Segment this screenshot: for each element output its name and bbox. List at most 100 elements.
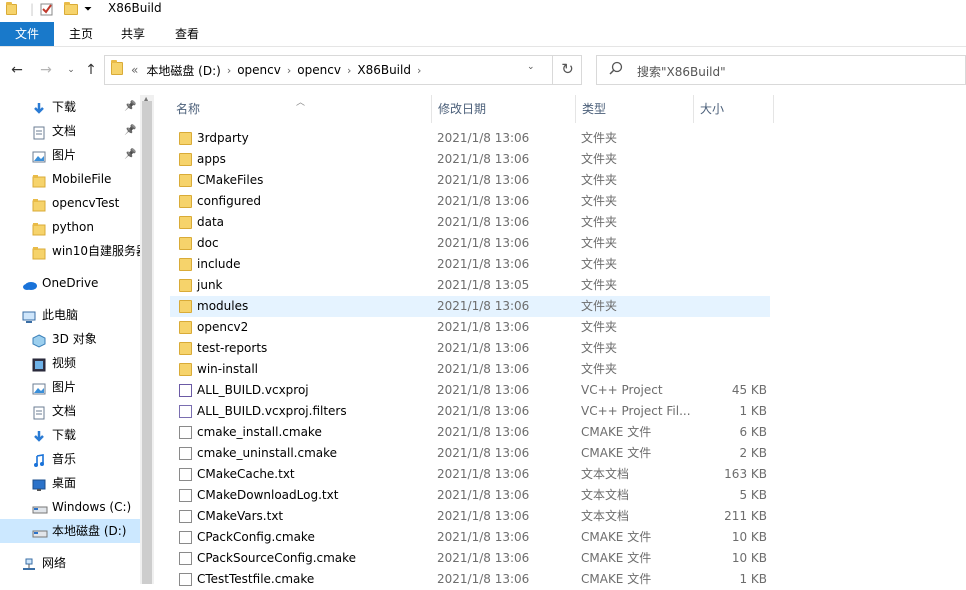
quick-access-folder-icon[interactable] — [6, 0, 17, 18]
folder-icon — [179, 363, 192, 376]
file-date: 2021/1/8 13:06 — [437, 425, 530, 439]
document-icon — [32, 124, 46, 140]
sidebar-item-label: 桌面 — [52, 476, 77, 490]
file-date: 2021/1/8 13:06 — [437, 320, 530, 334]
sidebar-item[interactable]: Windows (C:) — [0, 495, 140, 519]
file-row[interactable]: opencv2 2021/1/8 13:06 文件夹 — [170, 317, 770, 338]
file-name: opencv2 — [197, 320, 249, 334]
sidebar-item[interactable]: 图片 — [0, 375, 140, 399]
search-input[interactable]: 搜索"X86Build" — [596, 55, 966, 85]
column-header-size[interactable]: 大小 — [694, 95, 774, 123]
sidebar-item-label: 图片 — [52, 148, 77, 162]
file-date: 2021/1/8 13:06 — [437, 152, 530, 166]
file-type: 文件夹 — [581, 362, 618, 376]
file-row[interactable]: win-install 2021/1/8 13:06 文件夹 — [170, 359, 770, 380]
sidebar-item-label: opencvTest — [52, 196, 120, 210]
file-icon — [179, 510, 192, 523]
column-header-date[interactable]: 修改日期 — [432, 95, 576, 123]
file-row[interactable]: cmake_install.cmake 2021/1/8 13:06 CMAKE 文… — [170, 422, 770, 443]
breadcrumb-chevron-icon[interactable]: › — [287, 64, 291, 77]
file-row[interactable]: CPackConfig.cmake 2021/1/8 13:06 CMAKE 文件 1… — [170, 527, 770, 548]
breadcrumb-chevron-icon[interactable]: › — [417, 64, 421, 77]
file-row[interactable]: doc 2021/1/8 13:06 文件夹 — [170, 233, 770, 254]
file-row[interactable]: CMakeCache.txt 2021/1/8 13:06 文本文档 163 KB — [170, 464, 770, 485]
sidebar-item-label: 3D 对象 — [52, 332, 97, 346]
navigation-scrollbar[interactable]: ▲ — [140, 95, 154, 584]
title-bar: | ⏷ X86Build — [0, 0, 966, 22]
title-separator: | — [30, 2, 35, 16]
up-arrow-icon[interactable]: ↑ — [82, 60, 100, 80]
recent-locations-chevron-icon[interactable]: ⌄ — [62, 60, 80, 80]
sidebar-item[interactable]: MobileFile — [0, 167, 140, 191]
file-row[interactable]: modules 2021/1/8 13:06 文件夹 — [170, 296, 770, 317]
file-date: 2021/1/8 13:06 — [437, 530, 530, 544]
address-input[interactable]: « 本地磁盘 (D:) › opencv › opencv › X86Build… — [104, 55, 582, 85]
new-folder-icon[interactable] — [64, 0, 78, 18]
pin-icon[interactable]: 📌 — [124, 119, 136, 143]
file-date: 2021/1/8 13:06 — [437, 383, 530, 397]
column-header-type[interactable]: 类型 — [576, 95, 694, 123]
sidebar-item[interactable]: 本地磁盘 (D:) — [0, 519, 140, 543]
file-date: 2021/1/8 13:06 — [437, 299, 530, 313]
file-type: 文件夹 — [581, 152, 618, 166]
properties-check-icon[interactable] — [40, 0, 54, 18]
scrollbar-thumb[interactable] — [142, 101, 152, 584]
sidebar-item[interactable]: opencvTest — [0, 191, 140, 215]
file-row[interactable]: ALL_BUILD.vcxproj 2021/1/8 13:06 VC++ Proj… — [170, 380, 770, 401]
folder-icon — [179, 195, 192, 208]
breadcrumb-item[interactable]: X86Build — [357, 63, 411, 77]
breadcrumb-item[interactable]: 本地磁盘 (D:) — [146, 62, 220, 79]
breadcrumb-chevron-icon[interactable]: › — [347, 64, 351, 77]
sidebar-item[interactable]: win10自建服务器 — [0, 239, 140, 263]
pin-icon[interactable]: 📌 — [124, 143, 136, 167]
tab-view[interactable]: 查看 — [166, 22, 208, 46]
file-row[interactable]: data 2021/1/8 13:06 文件夹 — [170, 212, 770, 233]
breadcrumb-item[interactable]: opencv — [297, 63, 341, 77]
back-arrow-icon[interactable]: ← — [8, 60, 26, 80]
file-row[interactable]: CMakeDownloadLog.txt 2021/1/8 13:06 文本文档 5 … — [170, 485, 770, 506]
file-row[interactable]: configured 2021/1/8 13:06 文件夹 — [170, 191, 770, 212]
file-type: 文件夹 — [581, 299, 618, 313]
address-dropdown-chevron-icon[interactable]: ⌄ — [527, 62, 535, 72]
customize-toolbar-icon[interactable]: ⏷ — [84, 0, 92, 18]
sidebar-item[interactable]: 文档 — [0, 399, 140, 423]
sidebar-item[interactable]: 视频 — [0, 351, 140, 375]
sidebar-item[interactable]: 图片 📌 — [0, 143, 140, 167]
file-row[interactable]: apps 2021/1/8 13:06 文件夹 — [170, 149, 770, 170]
sidebar-item[interactable]: 桌面 — [0, 471, 140, 495]
breadcrumb-overflow[interactable]: « — [131, 63, 138, 77]
sidebar-item[interactable]: 此电脑 — [0, 303, 140, 327]
file-row[interactable]: CTestTestfile.cmake 2021/1/8 13:06 CMAKE 文… — [170, 569, 770, 590]
sidebar-item[interactable]: 音乐 — [0, 447, 140, 471]
file-row[interactable]: cmake_uninstall.cmake 2021/1/8 13:06 CMAKE… — [170, 443, 770, 464]
file-row[interactable]: ALL_BUILD.vcxproj.filters 2021/1/8 13:06 V… — [170, 401, 770, 422]
sidebar-item[interactable]: OneDrive — [0, 271, 140, 295]
refresh-icon[interactable]: ↻ — [552, 55, 582, 85]
tab-home[interactable]: 主页 — [60, 22, 102, 46]
tab-share[interactable]: 共享 — [112, 22, 154, 46]
file-date: 2021/1/8 13:06 — [437, 509, 530, 523]
tab-file[interactable]: 文件 — [0, 22, 54, 46]
file-type: CMAKE 文件 — [581, 530, 652, 544]
file-row[interactable]: include 2021/1/8 13:06 文件夹 — [170, 254, 770, 275]
folder-icon — [179, 300, 192, 313]
file-row[interactable]: junk 2021/1/8 13:05 文件夹 — [170, 275, 770, 296]
file-row[interactable]: CMakeVars.txt 2021/1/8 13:06 文本文档 211 KB — [170, 506, 770, 527]
sidebar-item[interactable]: python — [0, 215, 140, 239]
file-size: 10 KB — [731, 530, 767, 544]
file-row[interactable]: CPackSourceConfig.cmake 2021/1/8 13:06 CMA… — [170, 548, 770, 569]
file-row[interactable]: CMakeFiles 2021/1/8 13:06 文件夹 — [170, 170, 770, 191]
file-row[interactable]: 3rdparty 2021/1/8 13:06 文件夹 — [170, 128, 770, 149]
sidebar-item[interactable]: 下载 📌 — [0, 95, 140, 119]
sidebar-item[interactable]: 文档 📌 — [0, 119, 140, 143]
sidebar-item[interactable]: 3D 对象 — [0, 327, 140, 351]
sidebar-item[interactable]: 下载 — [0, 423, 140, 447]
sidebar-item[interactable]: 网络 — [0, 551, 140, 575]
pin-icon[interactable]: 📌 — [124, 95, 136, 119]
file-row[interactable]: test-reports 2021/1/8 13:06 文件夹 — [170, 338, 770, 359]
file-name: doc — [197, 236, 219, 250]
forward-arrow-icon[interactable]: → — [37, 60, 55, 80]
breadcrumb-chevron-icon[interactable]: › — [227, 64, 231, 77]
breadcrumb-item[interactable]: opencv — [237, 63, 281, 77]
navigation-pane: 下载 📌 文档 📌 图片 📌 MobileFile opencvTest python win10… — [0, 95, 154, 584]
